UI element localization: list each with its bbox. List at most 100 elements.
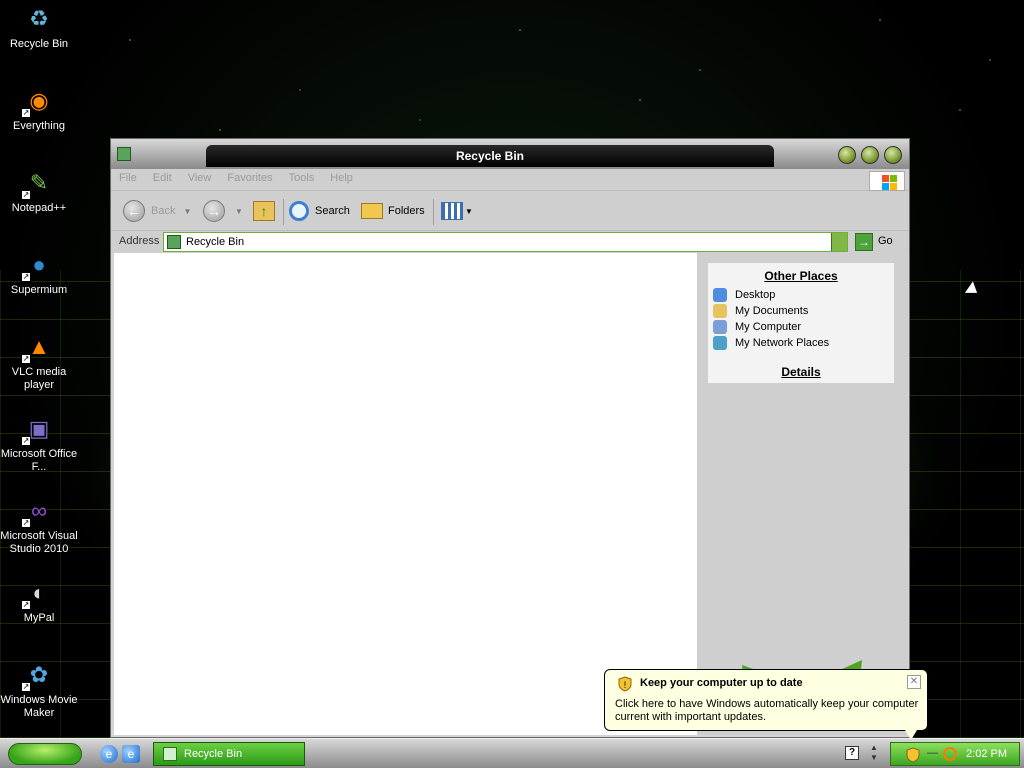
svg-text:!: ! bbox=[624, 680, 627, 690]
desktop-icon[interactable]: ♻ Recycle Bin bbox=[0, 2, 78, 51]
toolbar-separator bbox=[433, 199, 434, 225]
forward-dropdown-icon[interactable]: ▼ bbox=[235, 207, 243, 216]
up-folder-button[interactable]: ↑ bbox=[253, 199, 275, 223]
minimize-button[interactable] bbox=[838, 146, 856, 164]
place-link[interactable]: My Network Places bbox=[708, 335, 894, 351]
go-button[interactable]: Go bbox=[878, 235, 893, 247]
explorer-window: Recycle Bin File Edit View Favorites Tools He… bbox=[110, 138, 910, 738]
search-label: Search bbox=[315, 205, 350, 217]
back-dropdown-icon[interactable]: ▼ bbox=[183, 207, 191, 216]
quick-launch-ie-icon[interactable]: e bbox=[122, 745, 140, 763]
menu-item-view[interactable]: View bbox=[180, 169, 220, 187]
close-button[interactable] bbox=[884, 146, 902, 164]
update-notification-balloon[interactable]: ! Keep your computer up to date ✕ Click … bbox=[604, 669, 928, 740]
menu-item-favorites[interactable]: Favorites bbox=[219, 169, 280, 187]
address-value: Recycle Bin bbox=[186, 236, 245, 248]
maximize-button[interactable] bbox=[861, 146, 879, 164]
shortcut-arrow-icon: ↗ bbox=[21, 354, 31, 364]
everything-tray-icon[interactable] bbox=[943, 747, 957, 761]
shortcut-arrow-icon: ↗ bbox=[21, 682, 31, 692]
folders-icon bbox=[361, 203, 383, 219]
place-label: My Documents bbox=[735, 305, 809, 317]
taskbar-item-recycle-bin[interactable]: Recycle Bin bbox=[153, 742, 305, 766]
recycle-bin-icon bbox=[163, 747, 177, 761]
windows-flag-icon bbox=[869, 171, 905, 191]
desktop-icon[interactable]: ✎ ↗ Notepad++ bbox=[0, 166, 78, 215]
desktop-icon-label: Microsoft Office F... bbox=[0, 448, 78, 473]
recycle-bin-icon bbox=[117, 147, 131, 161]
desktop-icon-label: Microsoft Visual Studio 2010 bbox=[0, 530, 78, 555]
place-label: My Computer bbox=[735, 321, 802, 333]
desktop-icon-label: Supermium bbox=[10, 284, 68, 296]
address-input[interactable]: Recycle Bin bbox=[163, 232, 848, 252]
internet-explorer-icon[interactable]: e bbox=[100, 745, 118, 763]
search-button[interactable]: Search bbox=[289, 199, 350, 223]
task-pane: Other Places Desktop My Documents My Compu… bbox=[697, 253, 908, 735]
menu-item-edit[interactable]: Edit bbox=[145, 169, 180, 187]
shortcut-arrow-icon: ↗ bbox=[21, 190, 31, 200]
taskbar-item-label: Recycle Bin bbox=[184, 748, 243, 760]
back-arrow-icon: ← bbox=[123, 200, 145, 222]
system-tray: — 2:02 PM bbox=[890, 742, 1020, 766]
desktop-icon[interactable]: ✿ ↗ Windows Movie Maker bbox=[0, 658, 78, 720]
back-button[interactable]: ← Back ▼ bbox=[123, 199, 191, 223]
help-icon[interactable]: ? bbox=[845, 746, 859, 760]
desktop-icon[interactable]: ▲ ↗ VLC media player bbox=[0, 330, 78, 392]
go-arrow-icon[interactable]: → bbox=[855, 233, 873, 251]
place-label: My Network Places bbox=[735, 337, 830, 349]
movie-maker-icon: ✿ ↗ bbox=[21, 661, 49, 692]
address-dropdown-button[interactable] bbox=[831, 233, 847, 251]
my-computer-icon bbox=[713, 320, 727, 334]
everything-icon: ◉ ↗ bbox=[21, 87, 49, 118]
recycle-bin-icon bbox=[167, 235, 181, 249]
balloon-title: Keep your computer up to date bbox=[640, 677, 803, 689]
desktop-icon[interactable]: ◉ ↗ Everything bbox=[0, 84, 78, 133]
place-link[interactable]: My Documents bbox=[708, 303, 894, 319]
recycle-bin-icon: ♻ bbox=[29, 5, 49, 31]
shortcut-arrow-icon: ↗ bbox=[21, 108, 31, 118]
other-places-title[interactable]: Other Places bbox=[708, 269, 894, 283]
views-button[interactable]: ▼ bbox=[441, 199, 473, 223]
place-label: Desktop bbox=[735, 289, 776, 301]
balloon-text: Click here to have Windows automatically… bbox=[615, 698, 919, 723]
mypal-icon: ◐ ↗ bbox=[21, 579, 46, 610]
visual-studio-icon: ∞ ↗ bbox=[21, 497, 47, 528]
folders-button[interactable]: Folders bbox=[361, 199, 425, 223]
up-folder-icon: ↑ bbox=[253, 201, 275, 221]
clock[interactable]: 2:02 PM bbox=[966, 748, 1007, 760]
supermium-icon: ● ↗ bbox=[21, 251, 46, 282]
toolbar: ← Back ▼ → ▼ ↑ Search Folders ▼ bbox=[111, 191, 909, 231]
title-bar[interactable]: Recycle Bin bbox=[111, 139, 909, 169]
place-link[interactable]: My Computer bbox=[708, 319, 894, 335]
desktop-icon[interactable]: ● ↗ Supermium bbox=[0, 248, 78, 297]
shortcut-arrow-icon: ↗ bbox=[21, 600, 31, 610]
tray-expand-icon[interactable]: ▲ ▼ bbox=[868, 743, 880, 763]
network-places-icon bbox=[713, 336, 727, 350]
menu-item-tools[interactable]: Tools bbox=[281, 169, 323, 187]
shortcut-arrow-icon: ↗ bbox=[21, 272, 31, 282]
my-documents-icon bbox=[713, 304, 727, 318]
other-places-panel: Other Places Desktop My Documents My Compu… bbox=[708, 263, 894, 383]
balloon-close-icon[interactable]: ✕ bbox=[907, 675, 921, 689]
shortcut-arrow-icon: ↗ bbox=[21, 518, 31, 528]
address-bar: Address Recycle Bin → Go bbox=[111, 231, 909, 253]
menu-item-help[interactable]: Help bbox=[322, 169, 361, 187]
window-title: Recycle Bin bbox=[206, 145, 774, 167]
start-button[interactable] bbox=[8, 743, 82, 765]
desktop-icon-label: Everything bbox=[13, 120, 65, 132]
desktop-icon[interactable]: ▣ ↗ Microsoft Office F... bbox=[0, 412, 78, 474]
menu-item-file[interactable]: File bbox=[111, 169, 145, 187]
desktop-icon-label: Recycle Bin bbox=[9, 38, 69, 50]
file-list-area[interactable] bbox=[114, 253, 697, 735]
desktop-icon-label: Notepad++ bbox=[11, 202, 67, 214]
security-shield-tray-icon[interactable] bbox=[905, 747, 921, 763]
desktop-icon bbox=[713, 288, 727, 302]
menu-bar: File Edit View Favorites Tools Help bbox=[111, 169, 909, 191]
desktop-icon[interactable]: ∞ ↗ Microsoft Visual Studio 2010 bbox=[0, 494, 78, 556]
forward-button[interactable]: → ▼ bbox=[203, 199, 243, 223]
toolbar-separator bbox=[283, 199, 284, 225]
desktop-icon[interactable]: ◐ ↗ MyPal bbox=[0, 576, 78, 625]
details-title[interactable]: Details bbox=[708, 365, 894, 379]
place-link[interactable]: Desktop bbox=[708, 287, 894, 303]
tray-separator-icon: — bbox=[927, 747, 938, 759]
